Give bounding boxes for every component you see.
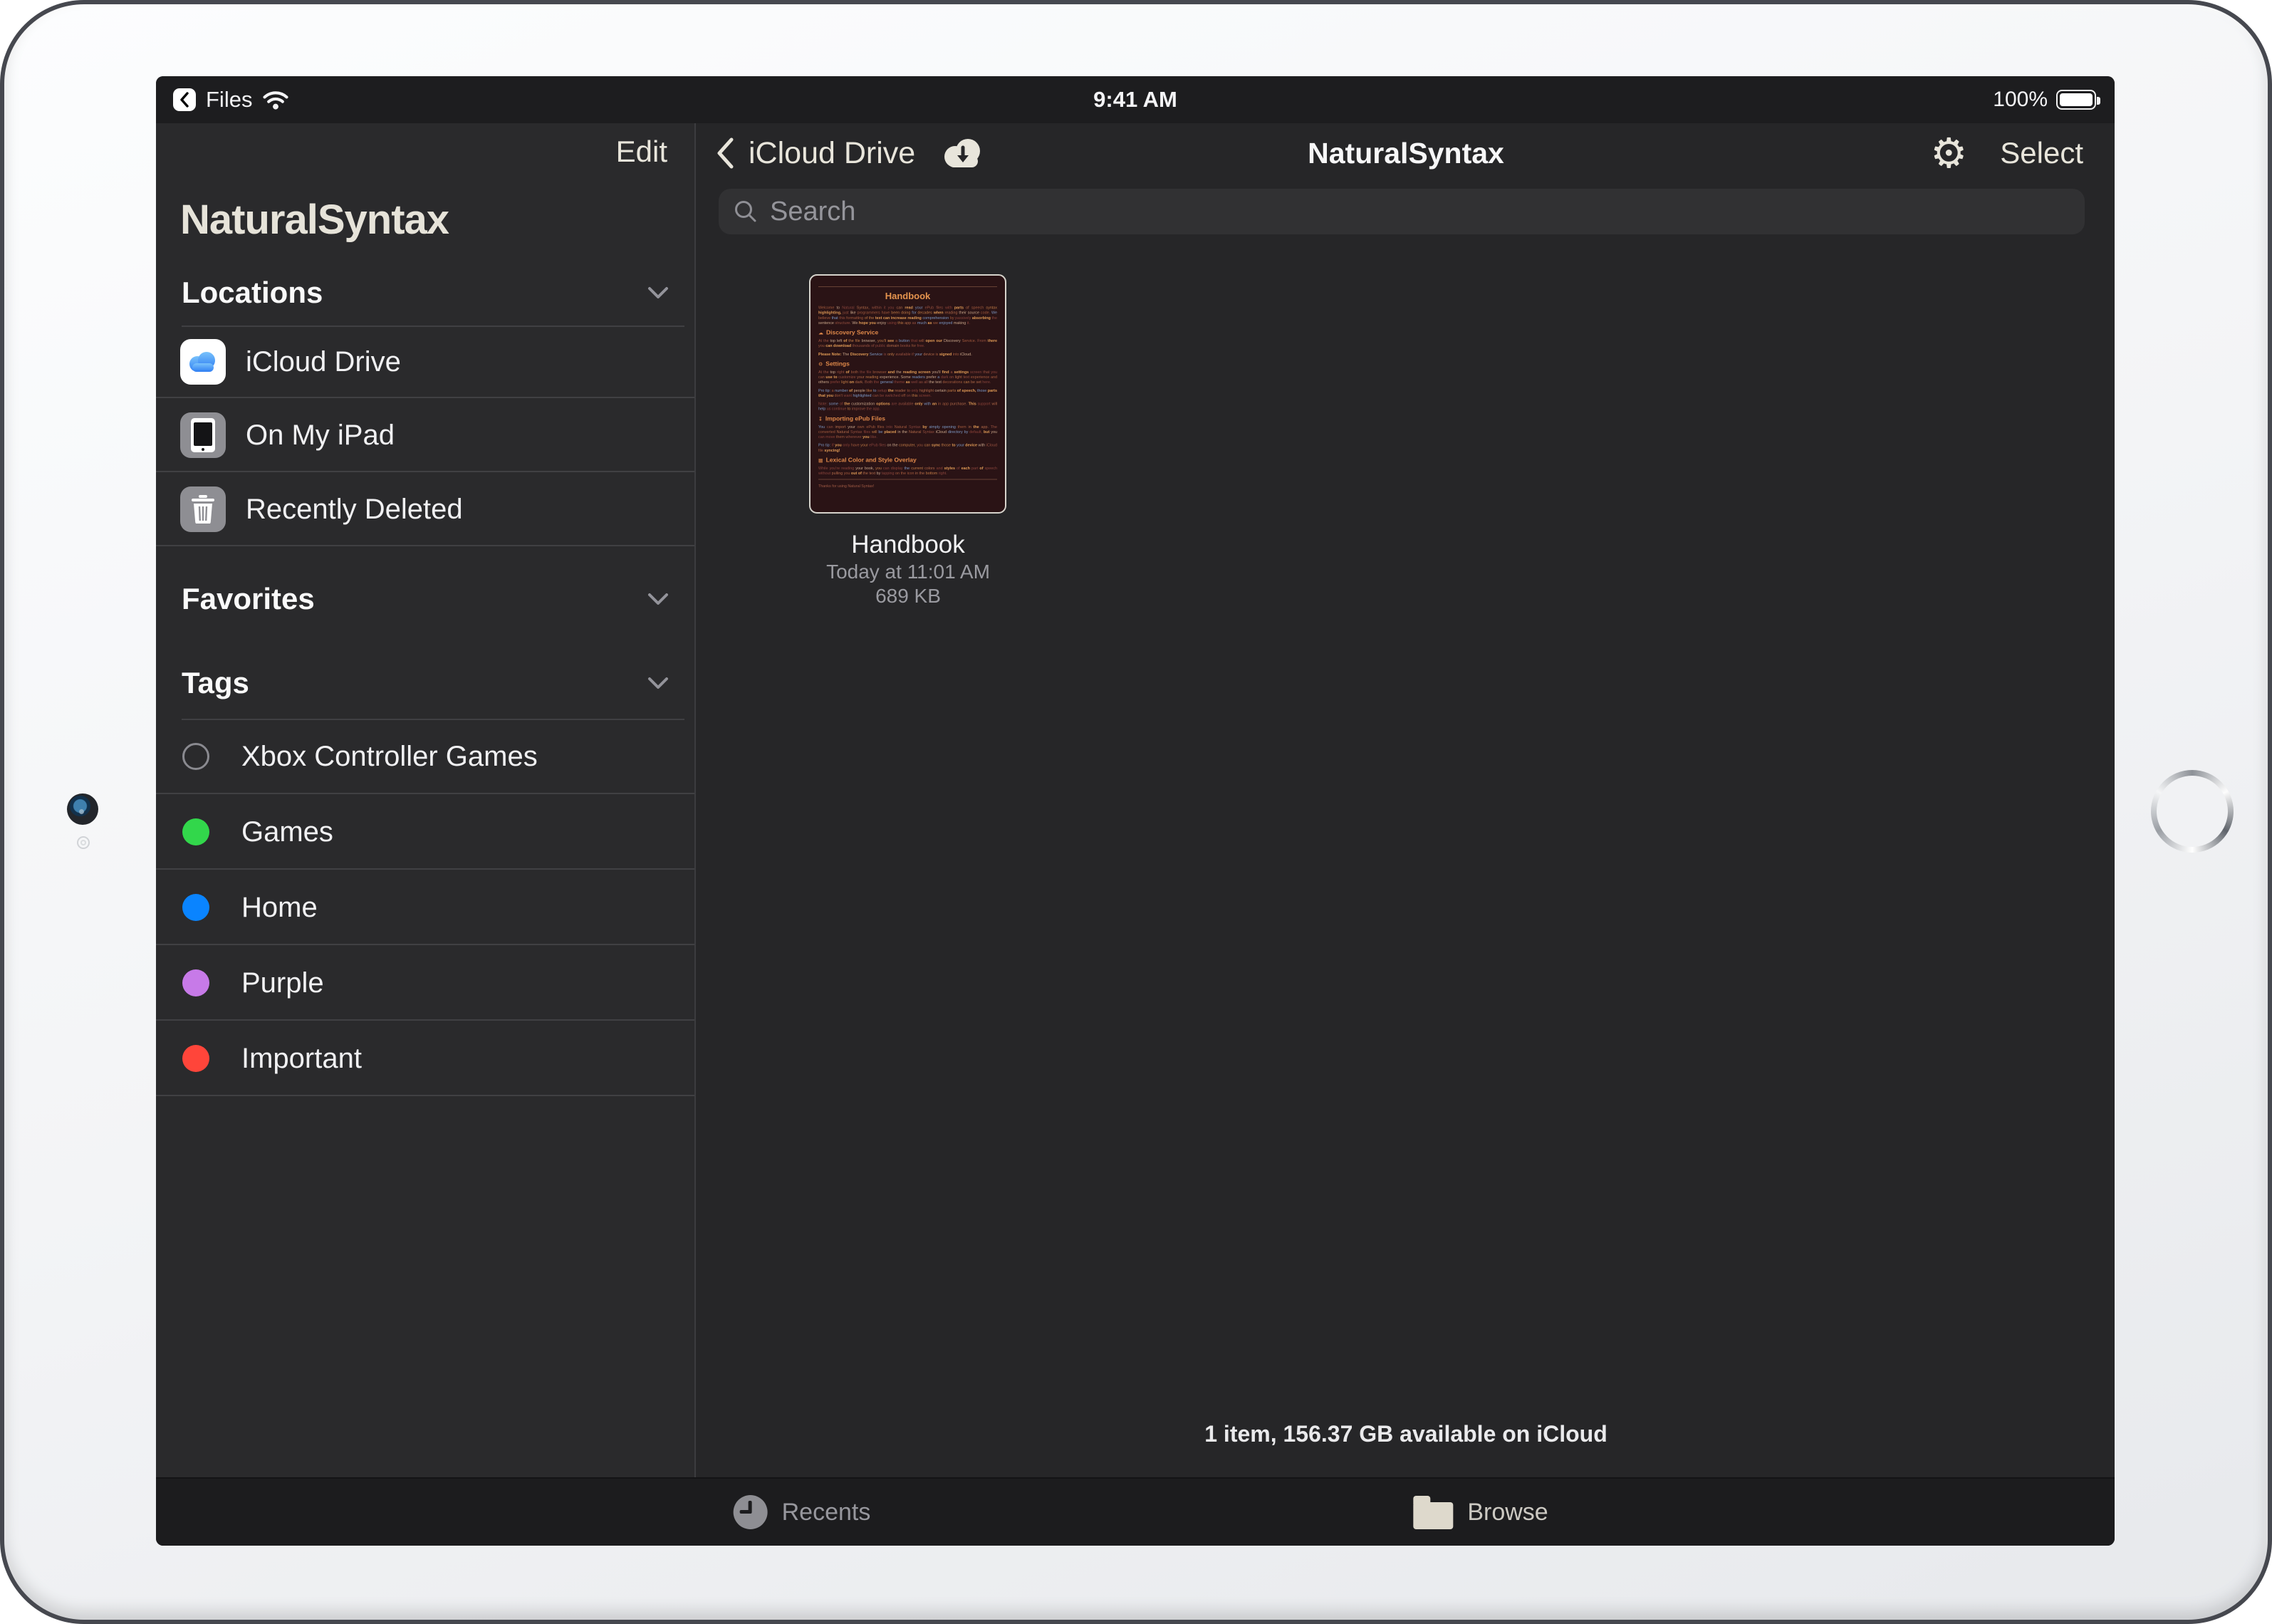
trash-icon bbox=[180, 486, 226, 532]
tab-label: Recents bbox=[782, 1499, 871, 1526]
edit-button[interactable]: Edit bbox=[616, 135, 667, 169]
home-button[interactable] bbox=[2151, 770, 2234, 853]
sidebar-section-locations[interactable]: Locations bbox=[156, 271, 694, 314]
clock-time: 9:41 AM bbox=[156, 87, 2115, 113]
sidebar-tag-home[interactable]: Home bbox=[156, 871, 694, 945]
sidebar-item-label: iCloud Drive bbox=[246, 346, 401, 378]
file-modified-date: Today at 11:01 AM bbox=[766, 561, 1051, 583]
tag-label: Important bbox=[241, 1043, 362, 1075]
tag-color-dot bbox=[182, 894, 209, 921]
tab-bar: Recents Browse bbox=[156, 1477, 2115, 1546]
battery-icon bbox=[2056, 90, 2096, 110]
sidebar-item-label: On My iPad bbox=[246, 420, 395, 452]
file-size: 689 KB bbox=[766, 585, 1051, 608]
tag-label: Home bbox=[241, 892, 318, 924]
toolbar-actions: ⚙ Select bbox=[1930, 123, 2083, 183]
sidebar-item-on-my-ipad[interactable]: On My iPad bbox=[156, 400, 694, 472]
document-thumbnail: HandbookWelcome to Natural Syntax, withi… bbox=[809, 274, 1006, 514]
sidebar-item-recently-deleted[interactable]: Recently Deleted bbox=[156, 474, 694, 546]
tag-color-dot bbox=[182, 818, 209, 845]
locations-header-label: Locations bbox=[182, 276, 647, 310]
item-count-summary: 1 item, 156.37 GB available on iCloud bbox=[697, 1421, 2115, 1447]
chevron-down-icon bbox=[647, 593, 669, 605]
screen: Files 9:41 AM 100% Edit NaturalSyntax bbox=[156, 76, 2115, 1546]
ipad-icon bbox=[180, 412, 226, 458]
light-sensor bbox=[77, 836, 90, 849]
tag-label: Games bbox=[241, 816, 333, 848]
sidebar-tag-purple[interactable]: Purple bbox=[156, 947, 694, 1021]
tab-recents[interactable]: Recents bbox=[734, 1495, 871, 1529]
gear-icon[interactable]: ⚙ bbox=[1930, 132, 1967, 174]
ipad-screenshot: Files 9:41 AM 100% Edit NaturalSyntax bbox=[0, 0, 2272, 1624]
sidebar-item-label: Recently Deleted bbox=[246, 494, 463, 526]
sidebar-tag-xbox-controller-games[interactable]: Xbox Controller Games bbox=[156, 720, 694, 794]
chevron-down-icon bbox=[647, 677, 669, 689]
tag-label: Purple bbox=[241, 967, 324, 999]
icloud-drive-icon bbox=[180, 339, 226, 385]
navigation-bar: iCloud Drive NaturalSyntax ⚙ Se bbox=[697, 123, 2115, 183]
tab-browse[interactable]: Browse bbox=[1413, 1495, 1548, 1529]
sidebar-tag-games[interactable]: Games bbox=[156, 796, 694, 870]
magnifier-icon bbox=[733, 199, 759, 224]
search-input[interactable] bbox=[768, 196, 2070, 228]
sidebar-item-icloud-drive[interactable]: iCloud Drive bbox=[156, 327, 694, 398]
clock-icon bbox=[734, 1495, 768, 1529]
tag-label: Xbox Controller Games bbox=[241, 741, 538, 773]
search-bar[interactable] bbox=[719, 189, 2085, 234]
file-name: Handbook bbox=[766, 531, 1051, 559]
status-bar: Files 9:41 AM 100% bbox=[156, 76, 2115, 123]
battery-status: 100% bbox=[1993, 76, 2096, 123]
sidebar-section-favorites[interactable]: Favorites bbox=[156, 578, 694, 620]
sidebar-app-title: NaturalSyntax bbox=[180, 196, 449, 244]
battery-percent: 100% bbox=[1993, 88, 2048, 112]
favorites-header-label: Favorites bbox=[182, 582, 647, 616]
sidebar-section-tags[interactable]: Tags bbox=[156, 662, 694, 704]
folder-icon bbox=[1413, 1502, 1453, 1529]
tags-header-label: Tags bbox=[182, 666, 647, 700]
sidebar: Edit NaturalSyntax Locations bbox=[156, 123, 696, 1477]
chevron-down-icon bbox=[647, 286, 669, 299]
select-button[interactable]: Select bbox=[2000, 136, 2083, 170]
tag-color-dot bbox=[182, 969, 209, 996]
tag-color-dot bbox=[182, 1045, 209, 1072]
front-camera bbox=[67, 793, 98, 825]
page-title: NaturalSyntax bbox=[697, 123, 2115, 183]
sidebar-tag-important[interactable]: Important bbox=[156, 1022, 694, 1096]
tag-color-dot bbox=[182, 743, 209, 770]
main-pane: iCloud Drive NaturalSyntax ⚙ Se bbox=[697, 123, 2115, 1477]
document-thumbnail-content: HandbookWelcome to Natural Syntax, withi… bbox=[811, 276, 1005, 512]
tab-label: Browse bbox=[1467, 1499, 1548, 1526]
